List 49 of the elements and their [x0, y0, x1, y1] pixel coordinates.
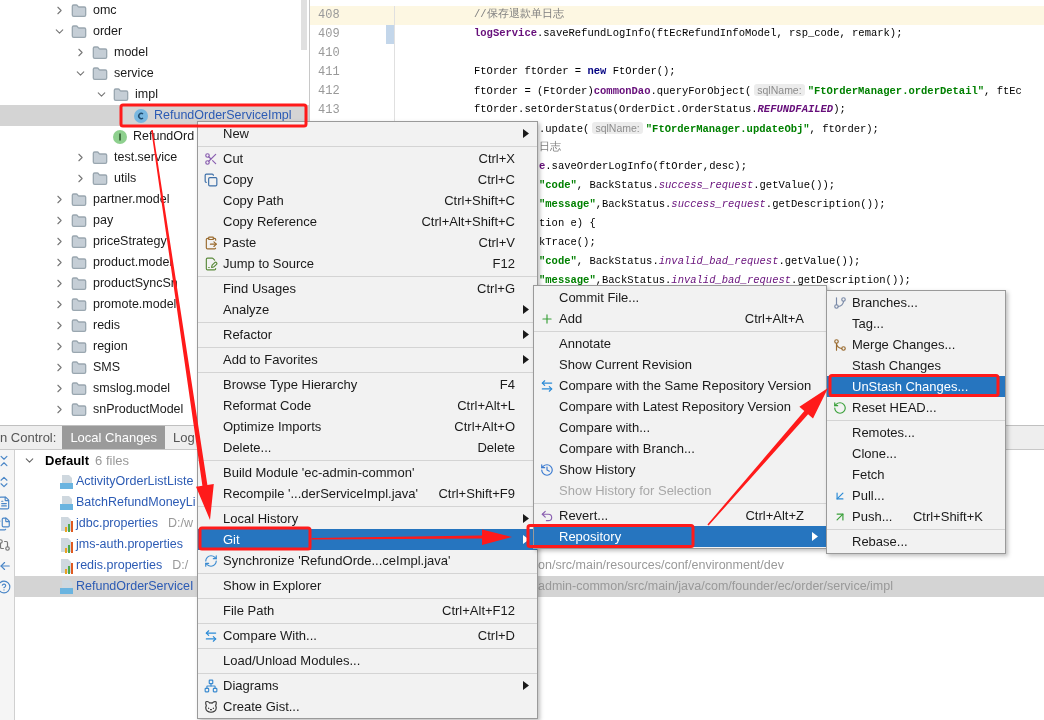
- shortcut-label: F4: [499, 375, 515, 394]
- shortcut-label: F12: [492, 254, 515, 273]
- tool-window-title: n Control:: [0, 428, 57, 447]
- line-number: 410: [318, 45, 340, 62]
- code-line: tion e) {: [539, 216, 596, 232]
- shortcut-label: Ctrl+Alt+L: [457, 396, 515, 415]
- shortcut-label: Ctrl+Alt+Z: [745, 506, 804, 525]
- shortcut-label: Ctrl+Shift+F9: [438, 484, 515, 503]
- code-line: "code", BackStatus.success_request.getValue());: [539, 178, 836, 194]
- shortcut-label: Ctrl+Alt+O: [454, 417, 515, 436]
- shortcut-label: Ctrl+C: [477, 170, 515, 189]
- line-number: 413: [318, 102, 340, 119]
- file-name: jdbc.properties: [76, 515, 158, 533]
- shortcut-label: Ctrl+Alt+F12: [442, 601, 515, 620]
- shortcut-label: Ctrl+Shift+C: [444, 191, 515, 210]
- code-line: ftOrder.setOrderStatus(OrderDict.OrderStatus.REFUNDFAILED);: [474, 102, 846, 118]
- file-name: BatchRefundMoneyLi: [76, 494, 196, 512]
- shortcut-label: Ctrl+Alt+Shift+C: [421, 212, 515, 231]
- code-line: e.saveOrderLogInfo(ftOrder,desc);: [539, 159, 747, 175]
- file-name: redis.properties: [76, 557, 163, 575]
- code-line: //保存退款单日志: [474, 7, 564, 23]
- code-line: .update( sqlName: "FtOrderManager.updateObj", ftOrder);: [539, 120, 879, 137]
- code-line: ftOrder = (FtOrder)commonDao.queryForObject( sqlName: "FtOrderManager.orderDetail", ftEc: [474, 82, 1022, 99]
- shortcut-label: Ctrl+G: [477, 279, 515, 298]
- code-line: 日志: [539, 140, 561, 156]
- file-path: D:/: [172, 557, 189, 575]
- file-count: 6 files: [95, 451, 130, 470]
- file-path: D:/w: [168, 515, 193, 533]
- shortcut-label: Ctrl+D: [477, 626, 515, 645]
- file-name: RefundOrderServiceI: [76, 578, 194, 596]
- line-number: 408: [318, 7, 340, 24]
- shortcut-label: Delete: [477, 438, 515, 457]
- shortcut-label: Ctrl+V: [478, 233, 515, 252]
- file-path: on/src/main/resources/conf/environment/dev: [538, 557, 785, 575]
- shortcut-label: Ctrl+Shift+K: [912, 507, 983, 526]
- line-number: 412: [318, 83, 340, 100]
- shortcut-label: Ctrl+Alt+A: [744, 309, 804, 328]
- changelist-name: Default: [45, 451, 90, 470]
- line-number: 411: [318, 64, 340, 81]
- line-number: 409: [318, 26, 340, 43]
- code-line: "message",BackStatus.success_request.getDescription());: [539, 197, 886, 213]
- code-line: FtOrder ftOrder = new FtOrder();: [474, 64, 676, 80]
- file-name: jms-auth.properties: [76, 536, 183, 554]
- code-line: kTrace();: [539, 235, 596, 251]
- code-line: "code", BackStatus.invalid_bad_request.getValue());: [539, 254, 861, 270]
- file-name: ActivityOrderListListe: [76, 473, 194, 491]
- code-line: "message",BackStatus.invalid_bad_request.getDescription());: [539, 273, 911, 289]
- code-line: logService.saveRefundLogInfo(ftEcRefundInfoModel, rsp_code, remark);: [474, 26, 903, 42]
- shortcut-label: Ctrl+X: [478, 149, 515, 168]
